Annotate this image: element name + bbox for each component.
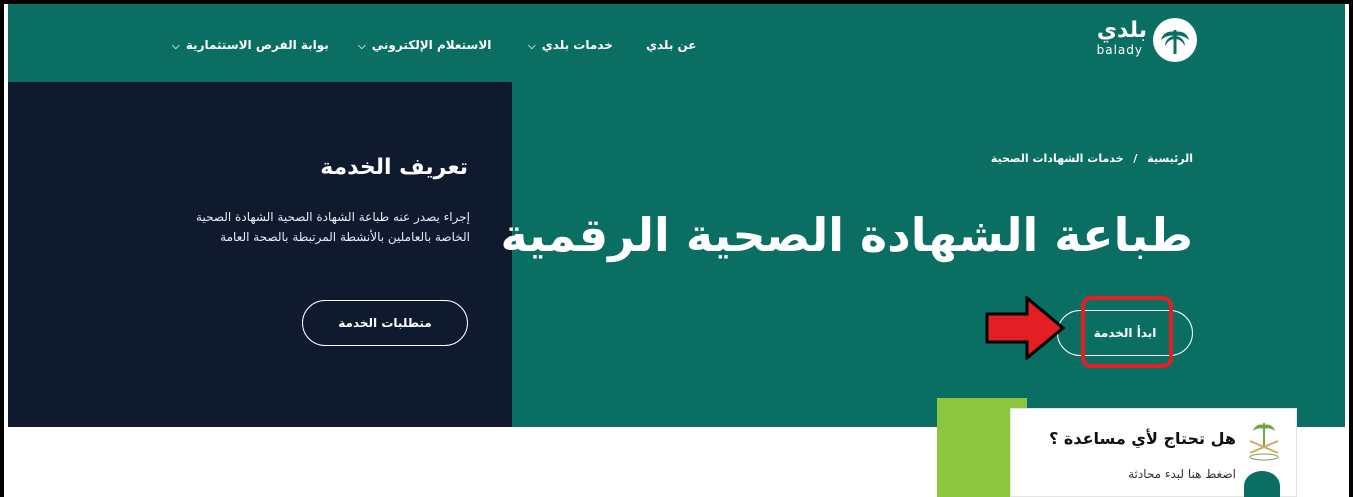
- help-chat-card[interactable]: هل تحتاج لأي مساعدة ؟ اضغط هنا لبدء محاد…: [1010, 408, 1297, 497]
- saudi-emblem-icon: [1240, 417, 1288, 461]
- service-definition-panel: [8, 82, 512, 427]
- chevron-down-icon: ⌵: [172, 41, 180, 52]
- breadcrumb: الرئيسية / خدمات الشهادات الصحية: [991, 152, 1193, 165]
- service-definition-text: إجراء يصدر عنه طباعة الشهادة الصحية الشه…: [196, 210, 470, 244]
- balady-logo[interactable]: بلدي balady: [1085, 18, 1197, 62]
- nav-label: بوابة الفرص الاستثمارية: [185, 38, 329, 52]
- page-title: طباعة الشهادة الصحية الرقمية: [500, 208, 1193, 262]
- logo-english-text: balady: [1096, 43, 1143, 57]
- logo-arabic-text: بلدي: [1096, 18, 1147, 43]
- chat-bot-icon: [1244, 471, 1280, 497]
- breadcrumb-current[interactable]: خدمات الشهادات الصحية: [991, 152, 1124, 165]
- palm-emblem-icon: [1153, 18, 1197, 62]
- nav-about-balady[interactable]: عن بلدي: [646, 38, 697, 52]
- nav-label: عن بلدي: [646, 38, 697, 52]
- red-arrow-icon: [985, 296, 1066, 360]
- chevron-down-icon: ⌵: [358, 41, 366, 52]
- help-title: هل تحتاج لأي مساعدة ؟: [1049, 429, 1236, 448]
- nav-electronic-inquiry[interactable]: الاستعلام الإلكتروني ⌵: [358, 38, 491, 52]
- nav-label: الاستعلام الإلكتروني: [371, 38, 492, 52]
- nav-label: خدمات بلدي: [541, 38, 613, 52]
- breadcrumb-separator: /: [1133, 152, 1138, 165]
- help-subtitle[interactable]: اضغط هنا لبدء محادثة: [1128, 467, 1236, 481]
- service-definition-title: تعريف الخدمة: [320, 155, 468, 180]
- nav-balady-services[interactable]: خدمات بلدي ⌵: [528, 38, 613, 52]
- nav-investment-portal[interactable]: بوابة الفرص الاستثمارية ⌵: [172, 38, 329, 52]
- service-requirements-button[interactable]: متطلبات الخدمة: [302, 300, 468, 346]
- breadcrumb-home-link[interactable]: الرئيسية: [1147, 152, 1193, 165]
- red-highlight-annotation: [1081, 296, 1173, 368]
- chevron-down-icon: ⌵: [528, 41, 536, 52]
